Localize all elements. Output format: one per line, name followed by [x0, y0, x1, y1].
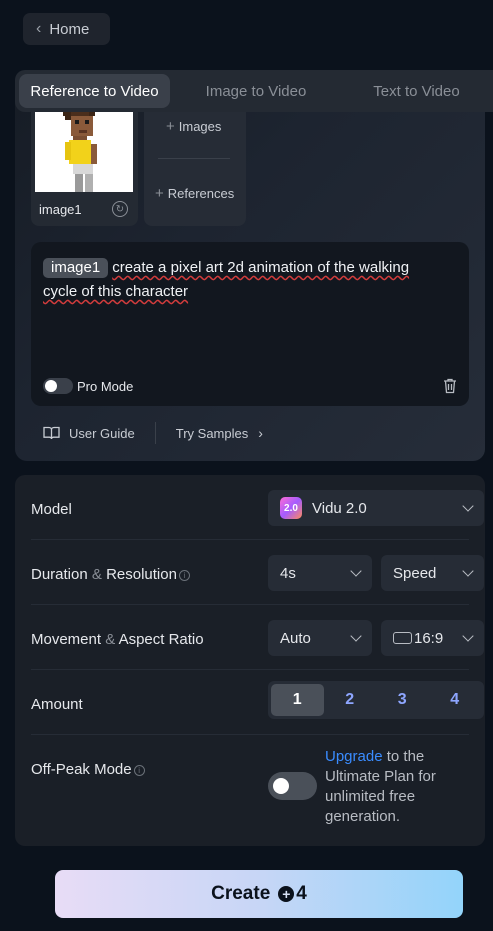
- aspect-ratio-icon: [393, 632, 412, 644]
- add-images-label: Images: [178, 119, 222, 134]
- tab-image-to-video[interactable]: Image to Video: [170, 74, 342, 108]
- create-button[interactable]: Create + 4: [55, 870, 463, 918]
- model-label: Model: [31, 501, 72, 518]
- divider: [154, 422, 156, 444]
- try-samples-link[interactable]: Try Samples: [176, 426, 248, 441]
- amount-option-2[interactable]: 2: [324, 684, 377, 716]
- plus-icon: +: [155, 185, 164, 202]
- divider: [158, 158, 230, 159]
- aspect-ratio-select[interactable]: 16:9: [381, 620, 484, 656]
- create-cost: 4: [296, 883, 307, 904]
- upgrade-message: Upgrade to the Ultimate Plan for unlimit…: [325, 747, 460, 827]
- reference-image-card[interactable]: image1 ↻: [31, 100, 138, 226]
- ampersand: &: [91, 566, 102, 583]
- book-icon: [43, 426, 60, 440]
- movement-label: Movement: [31, 631, 102, 648]
- chevron-down-icon: [350, 565, 362, 577]
- chevron-down-icon: [350, 630, 362, 642]
- prompt-line-2: cycle of this character: [43, 283, 189, 300]
- chevron-down-icon: [462, 500, 474, 512]
- offpeak-label-text: Off-Peak Mode: [31, 761, 132, 778]
- amount-row: Amount 1 2 3 4: [31, 670, 484, 735]
- add-references-button[interactable]: + References: [155, 185, 234, 202]
- aspect-ratio-label: Aspect Ratio: [118, 631, 204, 648]
- chevron-left-icon: ‹: [36, 20, 42, 37]
- add-references-label: References: [167, 186, 235, 201]
- pro-mode-label: Pro Mode: [77, 379, 134, 394]
- chevron-right-icon: ›: [258, 425, 263, 441]
- plus-icon: +: [166, 118, 175, 135]
- movement-ratio-label: Movement & Aspect Ratio: [31, 631, 204, 648]
- info-icon[interactable]: i: [133, 764, 145, 776]
- model-select[interactable]: 2.0 Vidu 2.0: [268, 490, 484, 526]
- upgrade-link[interactable]: Upgrade: [325, 748, 383, 765]
- ampersand: &: [105, 631, 116, 648]
- settings-panel: Model 2.0 Vidu 2.0 Duration & Resolution…: [15, 475, 485, 846]
- reference-image-label: image1: [39, 202, 82, 217]
- trash-icon[interactable]: [443, 378, 457, 394]
- amount-option-1[interactable]: 1: [271, 684, 324, 716]
- duration-resolution-label: Duration & Resolution i: [31, 566, 190, 583]
- replace-image-icon[interactable]: ↻: [112, 201, 128, 217]
- reference-thumbnail: [35, 100, 133, 192]
- offpeak-toggle[interactable]: [268, 772, 317, 800]
- resolution-value: Speed: [393, 564, 437, 582]
- duration-value: 4s: [280, 564, 296, 582]
- help-links: User Guide Try Samples ›: [43, 422, 263, 444]
- home-button[interactable]: ‹ Home: [23, 13, 110, 45]
- add-images-button[interactable]: + Images: [166, 118, 221, 135]
- tab-text-to-video[interactable]: Text to Video: [342, 74, 491, 108]
- credit-plus-icon: +: [278, 886, 295, 902]
- add-reference-card: + Images + References: [144, 100, 246, 226]
- movement-row: Movement & Aspect Ratio Auto 16:9: [31, 605, 484, 670]
- offpeak-label: Off-Peak Mode i: [31, 761, 145, 778]
- duration-row: Duration & Resolution i 4s Speed: [31, 540, 484, 605]
- duration-label: Duration: [31, 566, 88, 583]
- amount-option-4[interactable]: 4: [429, 684, 482, 716]
- pixel-character-image: [63, 100, 97, 192]
- mode-tabs: Reference to Video Image to Video Text t…: [15, 70, 493, 112]
- resolution-select[interactable]: Speed: [381, 555, 484, 591]
- image-reference-chip[interactable]: image1: [43, 258, 109, 278]
- vidu-logo-icon: 2.0: [280, 497, 302, 519]
- amount-selector: 1 2 3 4: [268, 681, 484, 719]
- aspect-ratio-value: 16:9: [414, 629, 444, 647]
- create-label: Create: [211, 883, 271, 904]
- movement-value: Auto: [280, 629, 311, 647]
- model-row: Model 2.0 Vidu 2.0: [31, 475, 484, 540]
- home-label: Home: [49, 20, 90, 38]
- offpeak-row: Off-Peak Mode i Upgrade to the Ultimate P…: [31, 735, 469, 835]
- prompt-line-1: create a pixel art 2d animation of the w…: [112, 259, 410, 276]
- user-guide-link[interactable]: User Guide: [69, 426, 135, 441]
- chevron-down-icon: [462, 630, 474, 642]
- duration-select[interactable]: 4s: [268, 555, 372, 591]
- model-value: Vidu 2.0: [312, 499, 367, 517]
- info-icon[interactable]: i: [178, 569, 190, 581]
- prompt-text: image1 create a pixel art 2d animation of…: [43, 256, 443, 304]
- movement-select[interactable]: Auto: [268, 620, 372, 656]
- pro-mode-toggle[interactable]: [43, 378, 73, 394]
- resolution-label: Resolution: [106, 566, 177, 583]
- tab-reference-to-video[interactable]: Reference to Video: [19, 74, 170, 108]
- amount-option-3[interactable]: 3: [376, 684, 429, 716]
- chevron-down-icon: [462, 565, 474, 577]
- amount-label: Amount: [31, 696, 83, 713]
- prompt-textarea[interactable]: image1 create a pixel art 2d animation of…: [31, 242, 469, 406]
